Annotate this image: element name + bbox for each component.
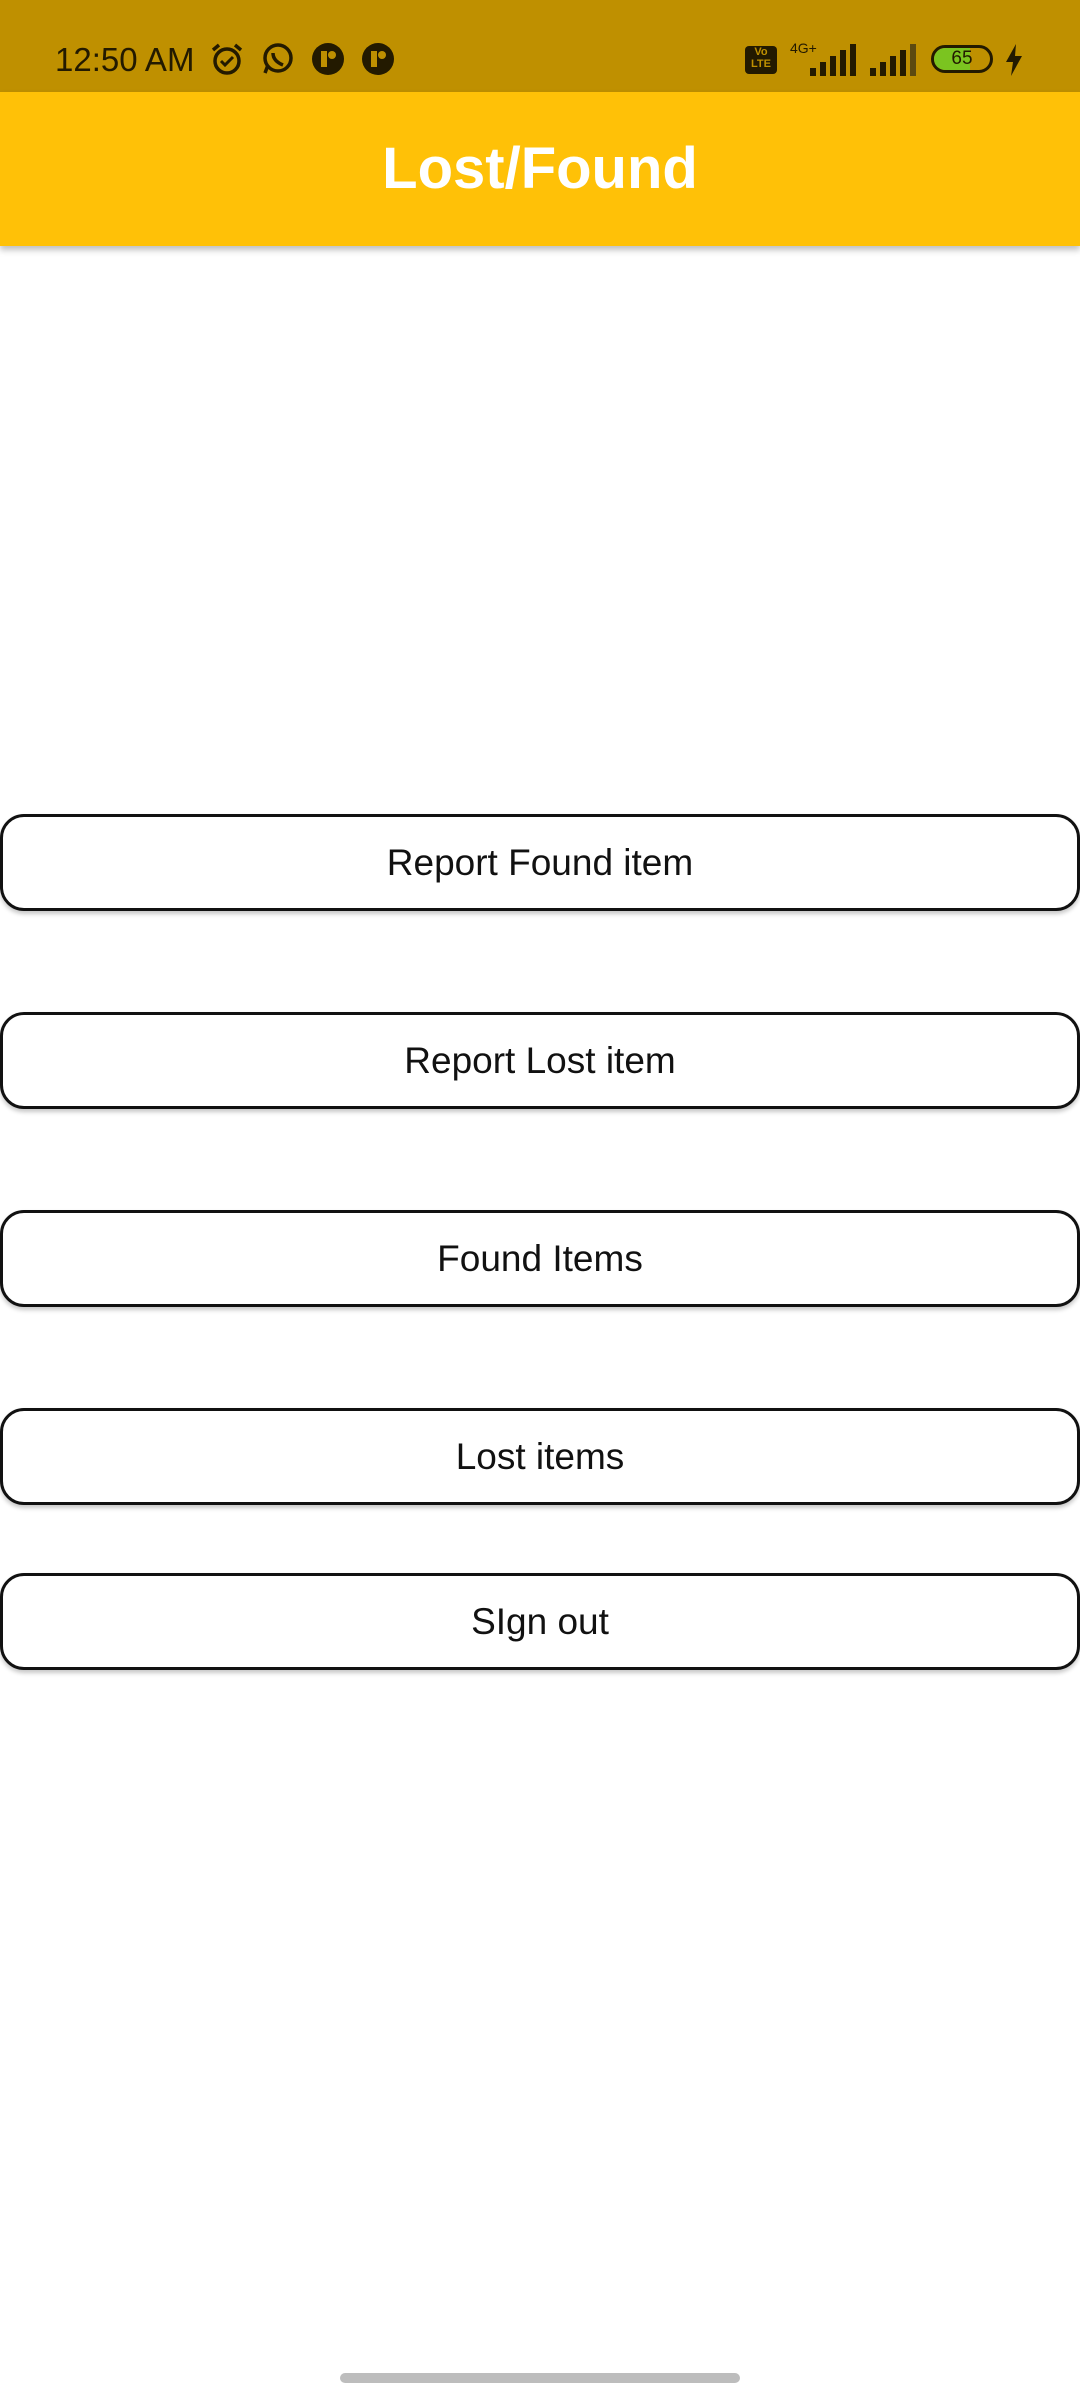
status-bar: 12:50 AM Vo LTE 4G+ 65 <box>0 0 1080 92</box>
app-notification-icon <box>361 42 395 76</box>
home-indicator[interactable] <box>340 2373 740 2383</box>
page-title: Lost/Found <box>382 136 698 201</box>
report-found-item-button[interactable]: Report Found item <box>0 814 1080 911</box>
app-notification-icon <box>311 42 345 76</box>
charging-bolt-icon <box>1006 44 1022 76</box>
battery-percent: 65 <box>951 48 973 69</box>
alarm-icon <box>210 42 244 76</box>
battery-icon: 65 <box>931 45 993 73</box>
app-bar: Lost/Found <box>0 92 1080 246</box>
report-lost-item-button[interactable]: Report Lost item <box>0 1012 1080 1109</box>
sign-out-button[interactable]: SIgn out <box>0 1573 1080 1670</box>
found-items-button[interactable]: Found Items <box>0 1210 1080 1307</box>
signal-strength-icon <box>870 44 916 76</box>
signal-strength-icon <box>810 44 856 76</box>
whatsapp-icon <box>261 42 295 76</box>
lost-items-button[interactable]: Lost items <box>0 1408 1080 1505</box>
status-time: 12:50 AM <box>55 41 195 78</box>
volte-icon: Vo LTE <box>745 46 777 74</box>
